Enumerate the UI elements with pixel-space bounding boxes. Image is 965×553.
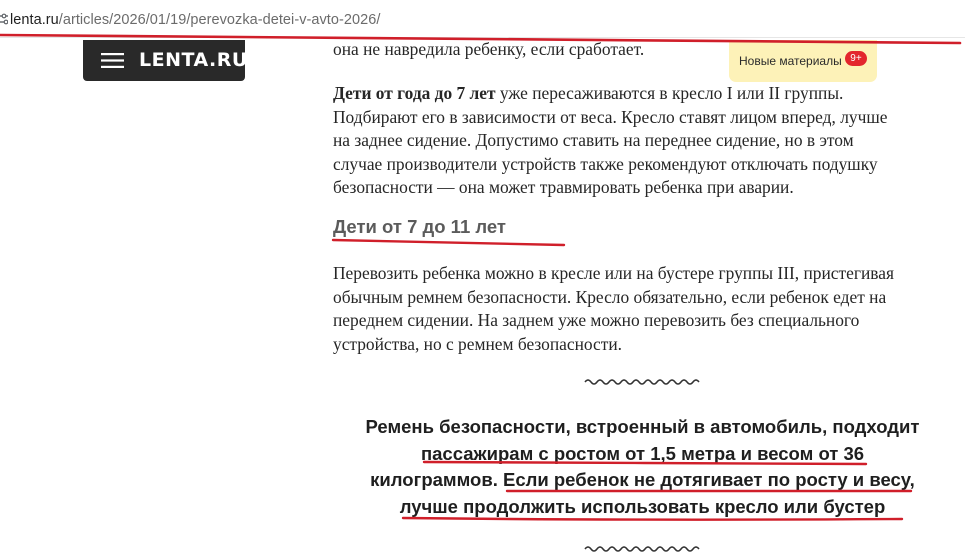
pull-quote: Ремень безопасности, встроенный в автомо… <box>340 414 945 520</box>
hamburger-menu-icon[interactable] <box>101 53 124 68</box>
annotation-underline <box>331 238 566 247</box>
article-paragraph-age-1-7: Дети от года до 7 лет уже пересаживаются… <box>333 82 943 200</box>
address-text[interactable]: lenta.ru/articles/2026/01/19/perevozka-d… <box>10 11 380 29</box>
article-line: Подбирают его в зависимости от веса. Кре… <box>333 106 888 127</box>
quote-line: Ремень безопасности, встроенный в автомо… <box>365 416 920 437</box>
article-paragraph-top: она не навредила ребенку, если сработает… <box>333 38 943 62</box>
quote-line: пассажирам с ростом от 1,5 метра и весом… <box>420 442 865 464</box>
section-heading: Дети от 7 до 11 лет <box>333 216 506 237</box>
quote-line: лучше продолжить использовать кресло или… <box>399 495 886 517</box>
paragraph-lead-bold: Дети от года до 7 лет <box>333 83 496 103</box>
site-logo-bar[interactable]: LENTA.RU <box>83 40 248 81</box>
url-path: /articles/2026/01/19/perevozka-detei-v-a… <box>58 12 381 28</box>
article-line: она не навредила ребенку, если сработает… <box>333 39 645 59</box>
article-paragraph-age-7-11: Перевозить ребенка можно в кресле или на… <box>333 262 943 356</box>
site-settings-icon[interactable] <box>0 12 8 26</box>
article-line: случае производители устройств также рек… <box>333 153 878 174</box>
site-logo[interactable]: LENTA.RU <box>139 49 248 72</box>
wavy-divider-icon <box>584 546 700 552</box>
paragraph-lead-rest: уже пересаживаются в кресло I или II гру… <box>495 83 844 103</box>
article-line: Перевозить ребенка можно в кресле или на… <box>333 263 894 283</box>
quote-line: килограммов. Если ребенок не дотягивает … <box>370 469 915 490</box>
article-line: Дети от года до 7 лет уже пересаживаются… <box>333 82 943 106</box>
article-line: переднем сидении. На заднем уже можно пе… <box>333 310 860 330</box>
article-line: обычным ремнем безопасности. Кресло обяз… <box>333 286 887 307</box>
article-line: безопасности — она может травмировать ре… <box>333 177 794 197</box>
wavy-divider-icon <box>584 379 700 385</box>
url-host: lenta.ru <box>10 12 59 28</box>
article-line: на заднее сидение. Допустимо ставить на … <box>333 130 854 150</box>
browser-address-bar[interactable]: lenta.ru/articles/2026/01/19/perevozka-d… <box>0 0 965 38</box>
article-line: устройства, но с ремнем безопасности. <box>333 333 623 354</box>
